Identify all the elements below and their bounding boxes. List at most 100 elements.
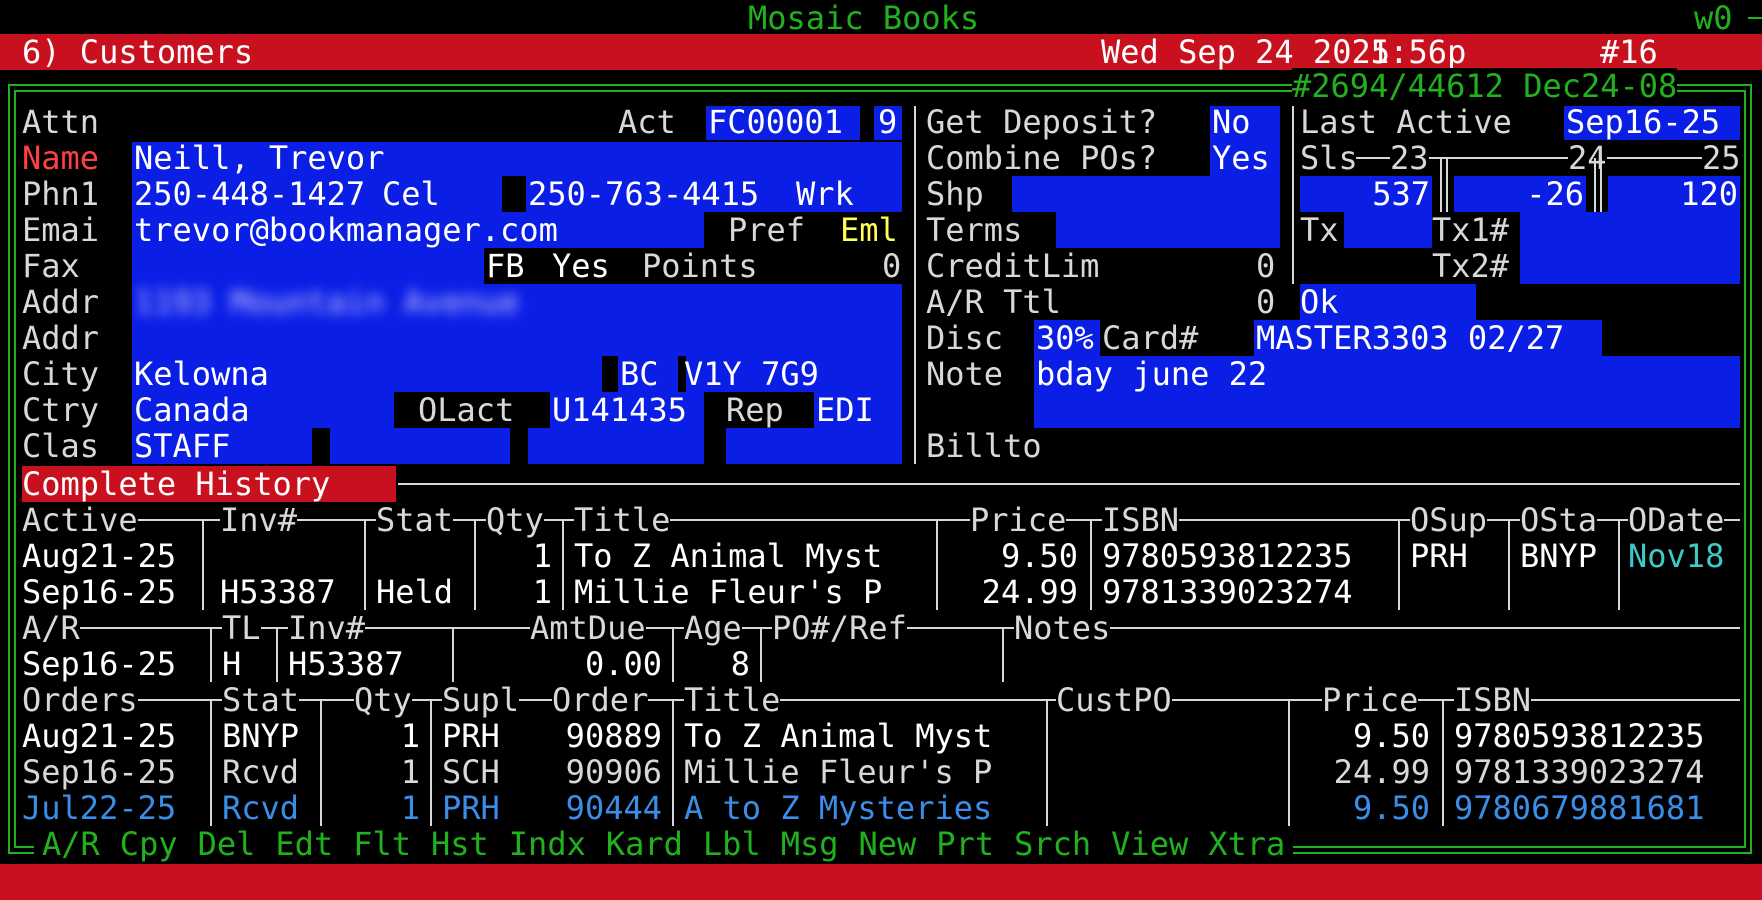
- note-field[interactable]: bday june 22: [1036, 356, 1267, 392]
- orders-col-order: Order: [552, 681, 649, 719]
- order-stat: BNYP: [222, 717, 300, 755]
- order-supl: PRH: [442, 789, 500, 827]
- terms-label: Terms: [926, 211, 1023, 249]
- app-title: Mosaic Books: [748, 0, 980, 37]
- postal-field[interactable]: V1Y 7G9: [684, 356, 819, 392]
- command-menu: A/R Cpy Del Edt Flt Hst Indx Kard Lbl Ms…: [34, 826, 1294, 862]
- menu-ar[interactable]: A/R: [42, 826, 100, 862]
- history-osta: BNYP: [1520, 537, 1598, 575]
- class-label: Clas: [22, 427, 100, 465]
- phone2-field[interactable]: 250-763-4415: [528, 176, 759, 212]
- ar-col-notes: Notes: [1014, 609, 1111, 647]
- menu-print[interactable]: Prt: [936, 826, 994, 862]
- order-qty: 1: [400, 753, 420, 791]
- menu-message[interactable]: Msg: [781, 826, 839, 862]
- pref-label: Pref: [728, 211, 806, 249]
- header-time: 1:56p: [1370, 33, 1467, 71]
- history-section-title[interactable]: Complete History: [22, 466, 330, 502]
- ar-tl: H: [222, 645, 242, 683]
- pref-value[interactable]: Eml: [840, 212, 898, 248]
- menu-search[interactable]: Srch: [1014, 826, 1091, 862]
- country-label: Ctry: [22, 391, 100, 429]
- disc-label: Disc: [926, 319, 1004, 357]
- order-title[interactable]: Millie Fleur's P: [684, 754, 992, 790]
- deposit-label: Get Deposit?: [926, 103, 1158, 141]
- screen-title: 6) Customers: [22, 33, 254, 71]
- history-qty: 1: [532, 573, 552, 611]
- orders-col-title: Title: [684, 681, 781, 719]
- account-number[interactable]: FC00001: [708, 104, 843, 140]
- history-title[interactable]: Millie Fleur's P: [574, 574, 882, 610]
- menu-delete[interactable]: Del: [198, 826, 256, 862]
- province-field[interactable]: BC: [620, 356, 659, 392]
- fb-value[interactable]: Yes: [552, 248, 610, 284]
- menu-label[interactable]: Lbl: [703, 826, 761, 862]
- order-stat: Rcvd: [222, 789, 300, 827]
- disc-value[interactable]: 30%: [1036, 320, 1094, 356]
- history-osup: PRH: [1410, 537, 1468, 575]
- customer-name[interactable]: Neill, Trevor: [134, 140, 384, 176]
- sales-year-23: 23: [1390, 139, 1429, 177]
- deposit-value[interactable]: No: [1212, 104, 1251, 140]
- ar-col-inv: Inv#: [288, 609, 366, 647]
- name-label: Name: [22, 139, 100, 177]
- billto-label: Billto: [926, 427, 1042, 465]
- combine-value[interactable]: Yes: [1212, 140, 1270, 176]
- history-isbn: 9781339023274: [1102, 573, 1353, 611]
- order-price: 9.50: [1352, 789, 1430, 827]
- order-number: 90889: [565, 717, 662, 755]
- menu-extra[interactable]: Xtra: [1208, 826, 1285, 862]
- order-date[interactable]: Aug21-25: [22, 718, 176, 754]
- ar-col-date: A/R: [22, 609, 80, 647]
- history-col-osup: OSup: [1410, 501, 1488, 539]
- order-title[interactable]: To Z Animal Myst: [684, 718, 992, 754]
- ar-col-tl: TL: [222, 609, 261, 647]
- order-price: 9.50: [1352, 717, 1430, 755]
- history-title[interactable]: To Z Animal Myst: [574, 538, 882, 574]
- order-isbn: 9780679881681: [1454, 789, 1705, 827]
- terminal-id: w0: [1694, 0, 1733, 37]
- menu-kard[interactable]: Kard: [606, 826, 683, 862]
- country-field[interactable]: Canada: [134, 392, 250, 428]
- fb-label: FB: [486, 247, 525, 285]
- menu-edit[interactable]: Edt: [275, 826, 333, 862]
- order-qty: 1: [400, 789, 420, 827]
- menu-index[interactable]: Indx: [509, 826, 586, 862]
- history-active[interactable]: Sep16-25: [22, 574, 176, 610]
- history-active[interactable]: Aug21-25: [22, 538, 176, 574]
- menu-view[interactable]: View: [1111, 826, 1188, 862]
- history-col-isbn: ISBN: [1102, 501, 1180, 539]
- email-field[interactable]: trevor@bookmanager.com: [134, 212, 558, 248]
- city-field[interactable]: Kelowna: [134, 356, 269, 392]
- ar-age: 8: [730, 645, 750, 683]
- order-date[interactable]: Sep16-25: [22, 754, 176, 790]
- order-supl: SCH: [442, 753, 500, 791]
- account-check: 9: [878, 103, 898, 141]
- olact-field[interactable]: U141435: [552, 392, 687, 428]
- order-date[interactable]: Jul22-25: [22, 790, 176, 826]
- act-label: Act: [618, 103, 676, 141]
- creditlim-value: 0: [1256, 247, 1276, 285]
- order-qty: 1: [400, 717, 420, 755]
- menu-filter[interactable]: Flt: [353, 826, 411, 862]
- phone1-field[interactable]: 250-448-1427: [134, 176, 365, 212]
- tax2-label: Tx2#: [1432, 247, 1510, 285]
- ar-date[interactable]: Sep16-25: [22, 646, 176, 682]
- menu-new[interactable]: New: [859, 826, 917, 862]
- history-isbn: 9780593812235: [1102, 537, 1353, 575]
- history-price: 9.50: [1000, 537, 1078, 575]
- history-col-qty: Qty: [486, 501, 544, 539]
- order-title[interactable]: A to Z Mysteries: [684, 790, 992, 826]
- card-value[interactable]: MASTER3303 02/27: [1256, 320, 1564, 356]
- fax-label: Fax: [22, 247, 80, 285]
- class-field[interactable]: STAFF: [134, 428, 230, 464]
- sales-value-23: 537: [1372, 175, 1430, 213]
- order-supl: PRH: [442, 717, 500, 755]
- sales-value-24: -26: [1526, 175, 1584, 213]
- menu-history[interactable]: Hst: [431, 826, 489, 862]
- rep-field[interactable]: EDI: [816, 392, 874, 428]
- history-inv: H53387: [220, 573, 336, 611]
- history-col-active: Active: [22, 501, 138, 539]
- menu-copy[interactable]: Cpy: [120, 826, 178, 862]
- address1-field[interactable]: 1193 Mountain Avenue: [134, 284, 519, 320]
